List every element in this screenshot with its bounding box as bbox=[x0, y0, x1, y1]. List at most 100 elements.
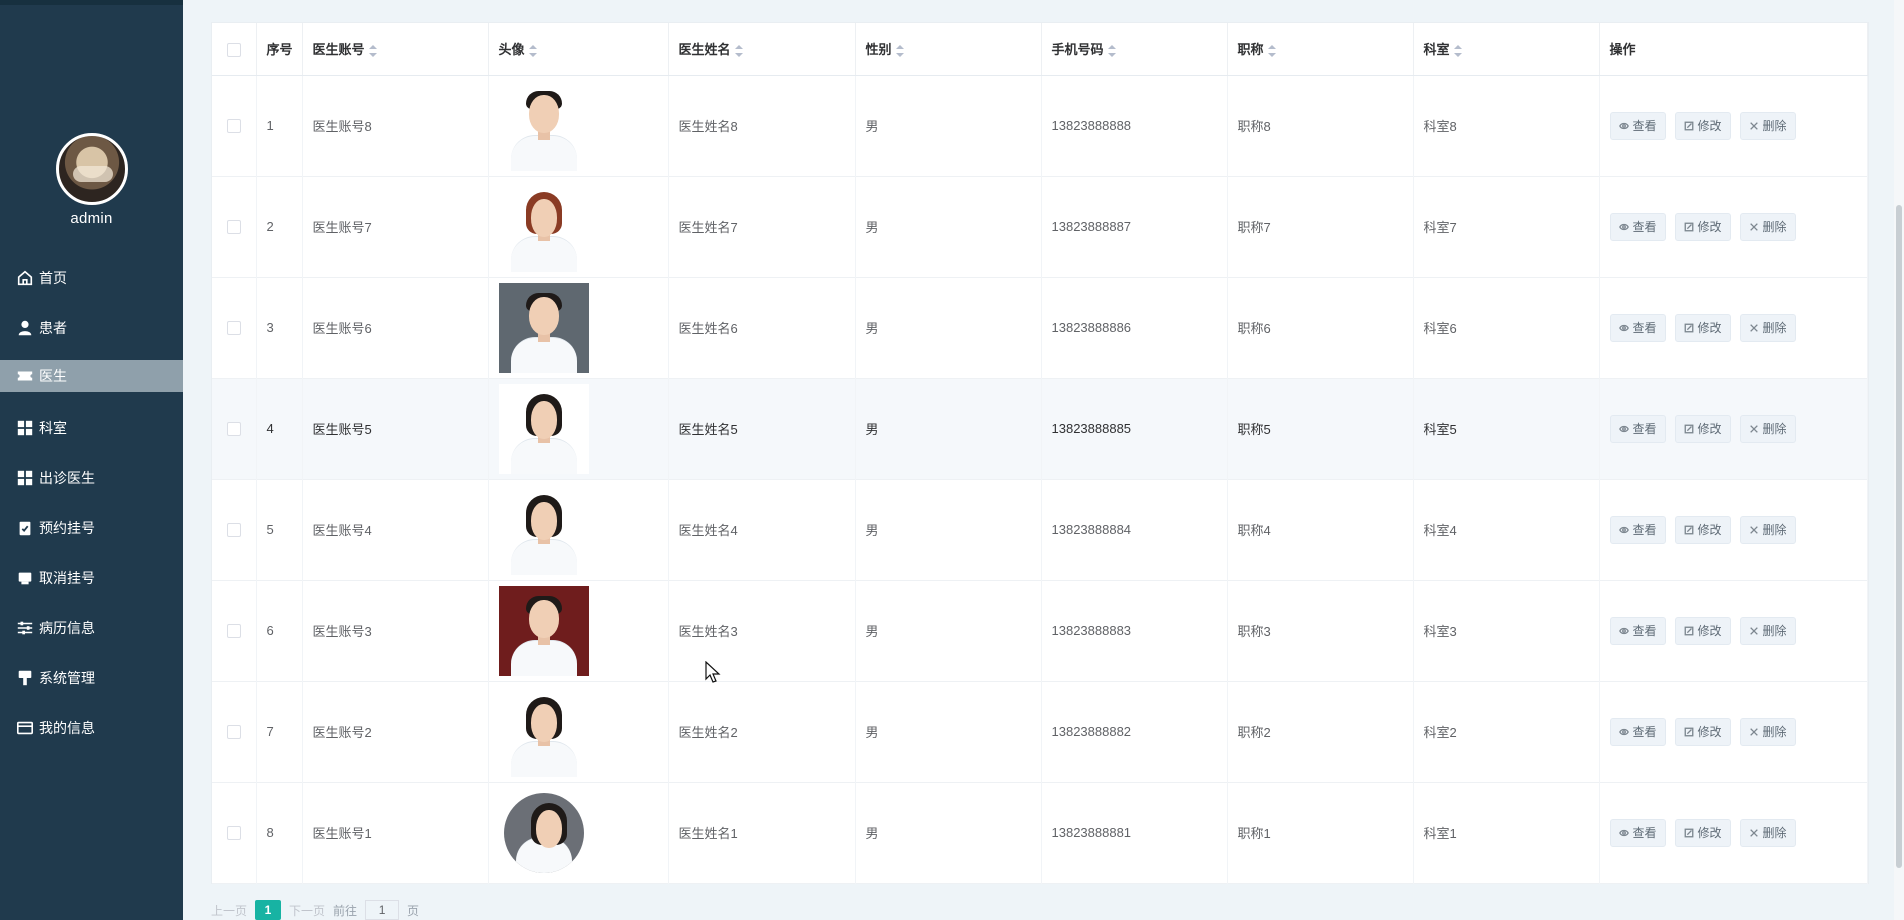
select-all-checkbox[interactable] bbox=[226, 42, 241, 57]
row-actions: 查看 修改 删除 bbox=[1609, 515, 1868, 544]
table-row[interactable]: 2 医生账号7 医生姓名7 男 13823888887 职称7 科室7 查看 修改 删除 bbox=[212, 176, 1868, 277]
table-row[interactable]: 1 医生账号8 医生姓名8 男 13823888888 职称8 科室8 查看 修改 删除 bbox=[212, 75, 1868, 176]
sidebar-item-5[interactable]: 预约挂号 bbox=[0, 503, 183, 553]
sort-icon[interactable] bbox=[1107, 44, 1116, 57]
row-checkbox[interactable] bbox=[226, 624, 241, 639]
sidebar-item-9[interactable]: 我的信息 bbox=[0, 703, 183, 753]
sort-icon[interactable] bbox=[1267, 44, 1276, 57]
sort-icon[interactable] bbox=[528, 44, 537, 57]
next-page-button[interactable]: 下一页 bbox=[289, 902, 325, 919]
cell-gender: 男 bbox=[855, 782, 1042, 883]
delete-button[interactable]: 删除 bbox=[1739, 515, 1796, 544]
view-button[interactable]: 查看 bbox=[1609, 313, 1666, 342]
sidebar-item-8[interactable]: 系统管理 bbox=[0, 653, 183, 703]
edit-button[interactable]: 修改 bbox=[1674, 313, 1731, 342]
table-row[interactable]: 7 医生账号2 医生姓名2 男 13823888882 职称2 科室2 查看 修改 删除 bbox=[212, 681, 1868, 782]
delete-button[interactable]: 删除 bbox=[1739, 818, 1796, 847]
page-number-current[interactable]: 1 bbox=[255, 900, 282, 920]
doctor-photo[interactable] bbox=[498, 80, 589, 171]
delete-button[interactable]: 删除 bbox=[1739, 414, 1796, 443]
grid-icon bbox=[16, 469, 34, 487]
delete-button[interactable]: 删除 bbox=[1739, 616, 1796, 645]
table-row[interactable]: 4 医生账号5 医生姓名5 男 13823888885 职称5 科室5 查看 修改 删除 bbox=[212, 378, 1868, 479]
view-button[interactable]: 查看 bbox=[1609, 111, 1666, 140]
cell-actions: 查看 修改 删除 bbox=[1599, 75, 1868, 176]
sidebar-item-label: 系统管理 bbox=[39, 670, 95, 686]
sidebar-item-0[interactable]: 首页 bbox=[0, 253, 183, 303]
delete-button[interactable]: 删除 bbox=[1739, 111, 1796, 140]
doctor-photo[interactable] bbox=[498, 181, 589, 272]
sort-icon[interactable] bbox=[368, 44, 377, 57]
row-checkbox[interactable] bbox=[226, 523, 241, 538]
sidebar-item-4[interactable]: 出诊医生 bbox=[0, 453, 183, 503]
sidebar-item-3[interactable]: 科室 bbox=[0, 403, 183, 453]
prev-page-button[interactable]: 上一页 bbox=[211, 902, 247, 919]
edit-button[interactable]: 修改 bbox=[1674, 515, 1731, 544]
row-checkbox[interactable] bbox=[226, 422, 241, 437]
view-button[interactable]: 查看 bbox=[1609, 616, 1666, 645]
row-checkbox[interactable] bbox=[226, 220, 241, 235]
doctor-photo[interactable] bbox=[498, 282, 589, 373]
edit-button[interactable]: 修改 bbox=[1674, 717, 1731, 746]
sidebar-item-1[interactable]: 患者 bbox=[0, 303, 183, 353]
ticket-icon bbox=[16, 367, 34, 385]
cell-gender: 男 bbox=[855, 277, 1042, 378]
view-button[interactable]: 查看 bbox=[1609, 717, 1666, 746]
edit-button[interactable]: 修改 bbox=[1674, 111, 1731, 140]
avatar[interactable] bbox=[55, 133, 128, 205]
header-gender[interactable]: 性别 bbox=[855, 23, 1042, 76]
header-name[interactable]: 医生姓名 bbox=[668, 23, 856, 76]
delete-button[interactable]: 删除 bbox=[1739, 212, 1796, 241]
delete-button[interactable]: 删除 bbox=[1739, 717, 1796, 746]
goto-suffix: 页 bbox=[407, 903, 420, 918]
sidebar-item-2[interactable]: 医生 bbox=[0, 360, 183, 392]
header-dept[interactable]: 科室 bbox=[1413, 23, 1600, 76]
view-button[interactable]: 查看 bbox=[1609, 414, 1666, 443]
delete-button[interactable]: 删除 bbox=[1739, 313, 1796, 342]
scrollbar-thumb[interactable] bbox=[1896, 205, 1902, 868]
header-title[interactable]: 职称 bbox=[1227, 23, 1414, 76]
edit-button[interactable]: 修改 bbox=[1674, 616, 1731, 645]
header-account[interactable]: 医生账号 bbox=[302, 23, 489, 76]
cell-name: 医生姓名8 bbox=[668, 75, 856, 176]
eye-icon bbox=[1618, 728, 1629, 735]
doctor-photo[interactable] bbox=[498, 484, 589, 575]
sort-icon[interactable] bbox=[895, 44, 904, 57]
table-row[interactable]: 3 医生账号6 医生姓名6 男 13823888886 职称6 科室6 查看 修改 删除 bbox=[212, 277, 1868, 378]
sort-icon[interactable] bbox=[734, 44, 743, 57]
cell-title: 职称2 bbox=[1227, 681, 1414, 782]
cell-phone: 13823888882 bbox=[1041, 681, 1228, 782]
doctor-photo[interactable] bbox=[498, 686, 589, 777]
row-checkbox[interactable] bbox=[226, 826, 241, 841]
view-button[interactable]: 查看 bbox=[1609, 515, 1666, 544]
view-button[interactable]: 查看 bbox=[1609, 818, 1666, 847]
sidebar-item-6[interactable]: 取消挂号 bbox=[0, 553, 183, 603]
row-checkbox[interactable] bbox=[226, 321, 241, 336]
sidebar-item-7[interactable]: 病历信息 bbox=[0, 603, 183, 653]
header-phone[interactable]: 手机号码 bbox=[1041, 23, 1228, 76]
row-checkbox[interactable] bbox=[226, 119, 241, 134]
table-row[interactable]: 5 医生账号4 医生姓名4 男 13823888884 职称4 科室4 查看 修改 删除 bbox=[212, 479, 1868, 580]
pagination: 上一页 1 下一页 前往 1 页 bbox=[211, 900, 419, 920]
vertical-scrollbar[interactable] bbox=[1894, 0, 1904, 920]
edit-button[interactable]: 修改 bbox=[1674, 818, 1731, 847]
row-checkbox[interactable] bbox=[226, 725, 241, 740]
view-button[interactable]: 查看 bbox=[1609, 212, 1666, 241]
sort-icon[interactable] bbox=[1453, 44, 1462, 57]
goto-page-input[interactable]: 1 bbox=[365, 900, 400, 920]
doctor-photo[interactable] bbox=[498, 383, 589, 474]
doctor-photo[interactable] bbox=[503, 792, 584, 873]
cell-title: 职称7 bbox=[1227, 176, 1414, 277]
cell-name: 医生姓名7 bbox=[668, 176, 856, 277]
table-row[interactable]: 6 医生账号3 医生姓名3 男 13823888883 职称3 科室3 查看 修改 删除 bbox=[212, 580, 1868, 681]
eye-icon bbox=[1618, 829, 1629, 836]
cell-dept: 科室2 bbox=[1413, 681, 1600, 782]
doctor-photo[interactable] bbox=[498, 585, 589, 676]
edit-button[interactable]: 修改 bbox=[1674, 414, 1731, 443]
header-avatar[interactable]: 头像 bbox=[488, 23, 669, 76]
edit-button[interactable]: 修改 bbox=[1674, 212, 1731, 241]
edit-icon bbox=[1684, 525, 1693, 534]
delete-button-label: 删除 bbox=[1762, 826, 1787, 840]
cell-phone: 13823888888 bbox=[1041, 75, 1228, 176]
table-row[interactable]: 8 医生账号1 医生姓名1 男 13823888881 职称1 科室1 查看 修改 删除 bbox=[212, 782, 1868, 883]
